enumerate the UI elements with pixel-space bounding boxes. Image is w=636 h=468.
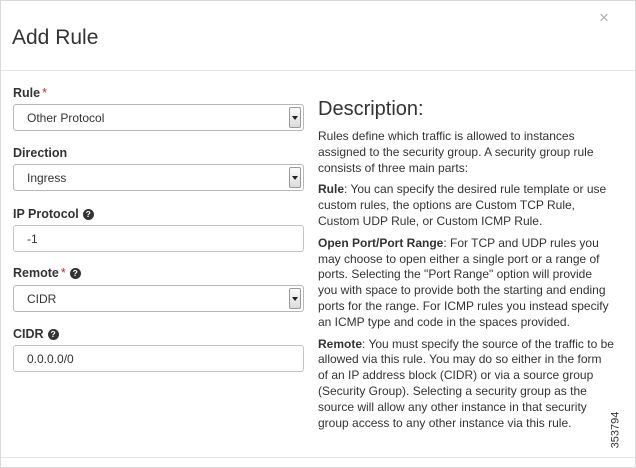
- description-rule: Rule: You can specify the desired rule t…: [318, 182, 614, 229]
- footer-divider: [1, 457, 635, 458]
- remote-select-value: CIDR: [27, 292, 57, 306]
- description-remote: Remote: You must specify the source of t…: [318, 337, 614, 432]
- remote-label-text: Remote: [13, 266, 59, 280]
- ip-protocol-input[interactable]: [13, 225, 304, 252]
- close-icon[interactable]: ×: [599, 9, 609, 27]
- description-remote-term: Remote: [318, 336, 363, 351]
- chevron-down-icon[interactable]: [289, 288, 301, 309]
- cidr-input[interactable]: [13, 345, 304, 372]
- description-rule-term: Rule: [318, 182, 345, 197]
- figure-number: 353794: [609, 406, 629, 456]
- description-intro: Rules define which traffic is allowed to…: [318, 129, 594, 175]
- direction-label-text: Direction: [13, 146, 68, 160]
- cidr-label: CIDR?: [13, 326, 59, 342]
- dialog-title: Add Rule: [12, 26, 99, 49]
- description-rule-text: : You can specify the desired rule templ…: [318, 182, 607, 228]
- add-rule-dialog: Add Rule × Rule * Other Protocol Directio…: [0, 0, 636, 468]
- direction-label: Direction: [13, 145, 67, 161]
- figure-number-text: 353794: [609, 411, 622, 449]
- required-marker: *: [60, 266, 66, 280]
- description-port: Open Port/Port Range: For TCP and UDP ru…: [318, 236, 614, 331]
- chevron-down-icon[interactable]: [289, 167, 301, 188]
- remote-select[interactable]: CIDR: [13, 285, 304, 312]
- chevron-down-icon[interactable]: [289, 107, 301, 128]
- description-remote-text: : You must specify the source of the tra…: [318, 336, 614, 430]
- ip-protocol-label: IP Protocol?: [13, 206, 94, 222]
- dialog-header: Add Rule: [1, 1, 635, 71]
- required-marker: *: [42, 86, 47, 100]
- rule-select[interactable]: Other Protocol: [13, 104, 304, 131]
- question-circle-icon[interactable]: ?: [69, 268, 81, 279]
- rule-label: Rule *: [13, 85, 47, 101]
- rule-label-text: Rule: [13, 86, 41, 100]
- rule-select-value: Other Protocol: [27, 111, 105, 125]
- question-circle-icon[interactable]: ?: [82, 209, 94, 220]
- ip-protocol-label-text: IP Protocol: [13, 207, 79, 221]
- description-panel: Description: Rules define which traffic …: [318, 97, 614, 437]
- remote-label: Remote *?: [13, 265, 81, 281]
- direction-select-value: Ingress: [27, 171, 67, 185]
- direction-select[interactable]: Ingress: [13, 164, 304, 191]
- description-port-term: Open Port/Port Range: [318, 235, 444, 250]
- question-circle-icon[interactable]: ?: [47, 329, 59, 340]
- cidr-label-text: CIDR: [13, 327, 44, 341]
- description-heading: Description:: [318, 98, 424, 120]
